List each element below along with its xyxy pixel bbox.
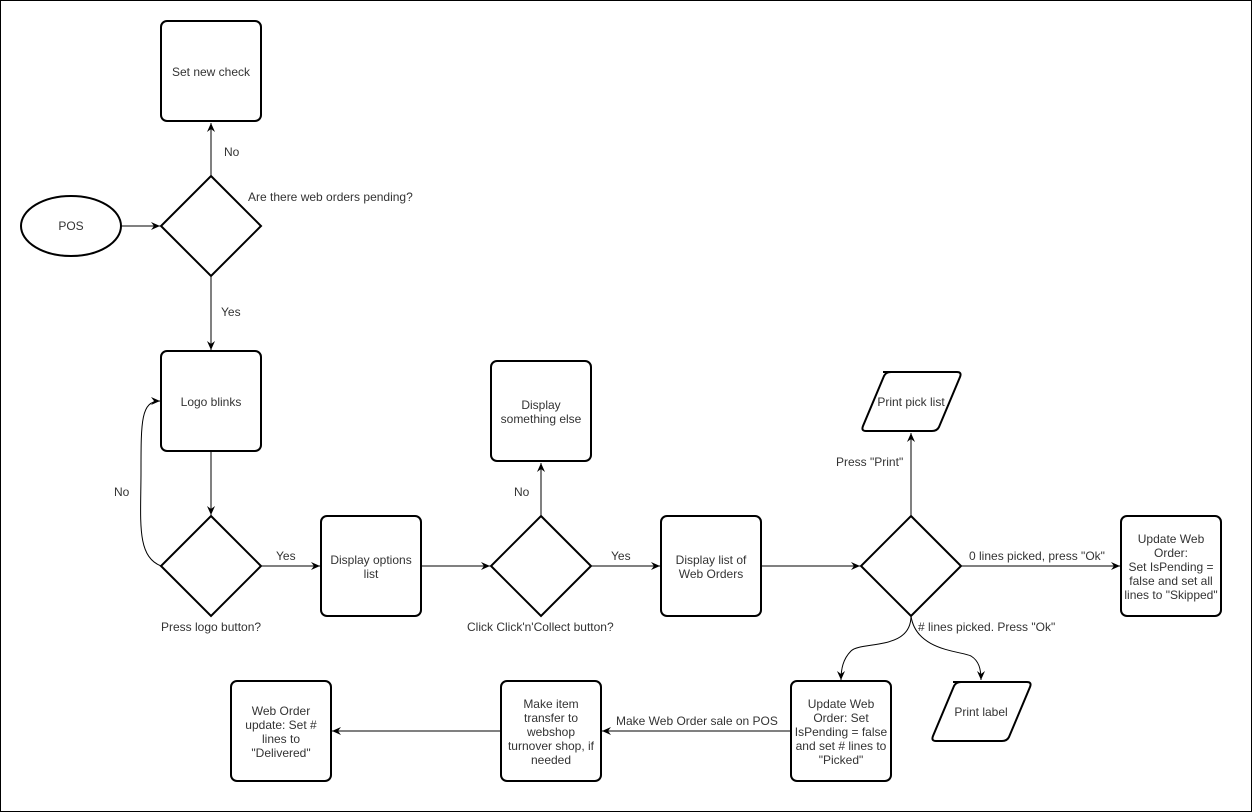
flowchart-svg: No Yes No Yes No Yes Press "Print" 0 lin… [20, 20, 1222, 782]
node-update-skipped-line-5: lines to "Skipped" [1124, 588, 1217, 602]
node-print-pick-list[interactable]: Print pick list [861, 371, 962, 432]
node-display-options-line-1: Display options [330, 553, 411, 567]
node-update-picked-line-3: IsPending = false [795, 725, 888, 739]
edge-labels: No Yes No Yes No Yes Press "Print" 0 lin… [114, 145, 1105, 728]
node-click-collect[interactable] [489, 514, 593, 618]
node-delivered-line-3: lines to [262, 732, 300, 746]
node-item-transfer-line-1: Make item [523, 697, 578, 711]
edge-label-click-no: No [514, 485, 530, 499]
node-pick-decision[interactable] [859, 514, 963, 618]
node-update-picked-line-2: Order: Set [813, 711, 869, 725]
node-update-skipped[interactable]: Update Web Order: Set IsPending = false … [1120, 515, 1222, 617]
node-display-web-orders-line-1: Display list of [676, 553, 747, 567]
edge-label-make-sale: Make Web Order sale on POS [616, 714, 778, 728]
edges [121, 123, 1120, 735]
node-update-skipped-line-3: Set IsPending = [1128, 560, 1213, 574]
edge-decision-picked [837, 615, 912, 681]
edge-label-lines-picked: # lines picked. Press "Ok" [918, 620, 1055, 634]
node-print-label[interactable]: Print label [931, 681, 1032, 742]
node-display-else[interactable]: Display something else [490, 360, 592, 462]
node-delivered-line-4: "Delivered" [251, 746, 310, 760]
node-press-logo-caption: Press logo button? [161, 620, 261, 634]
node-pos-label: POS [58, 219, 83, 233]
edge-label-pending-no: No [224, 145, 240, 159]
node-item-transfer-line-4: turnover shop, if [508, 739, 595, 753]
node-item-transfer-line-5: needed [531, 753, 571, 767]
node-item-transfer[interactable]: Make item transfer to webshop turnover s… [500, 680, 602, 782]
node-print-pick-list-label: Print pick list [877, 395, 945, 409]
node-print-label-label: Print label [954, 705, 1007, 719]
node-delivered-line-1: Web Order [252, 704, 310, 718]
node-display-else-line-2: something else [501, 412, 582, 426]
node-display-else-line-1: Display [521, 398, 560, 412]
node-press-logo[interactable] [159, 514, 263, 618]
edge-label-press-print: Press "Print" [836, 455, 903, 469]
node-web-orders-pending-caption: Are there web orders pending? [248, 190, 413, 204]
node-display-options-line-2: list [364, 567, 379, 581]
node-pos[interactable]: POS [20, 195, 122, 257]
node-update-skipped-line-2: Order: [1154, 546, 1188, 560]
node-web-orders-pending[interactable] [159, 174, 263, 278]
node-click-collect-caption: Click Click'n'Collect button? [467, 620, 614, 634]
edge-label-click-yes: Yes [611, 549, 631, 563]
node-display-web-orders[interactable]: Display list of Web Orders [660, 515, 762, 617]
edge-press-no-loop [140, 397, 162, 567]
edge-label-zero-lines: 0 lines picked, press "Ok" [969, 549, 1105, 563]
node-update-picked-line-1: Update Web [808, 697, 875, 711]
edge-label-press-no: No [114, 485, 130, 499]
edge-label-pending-yes: Yes [221, 305, 241, 319]
node-logo-blinks-label: Logo blinks [181, 395, 242, 409]
node-update-picked-line-4: and set # lines to [796, 739, 887, 753]
node-set-new-check[interactable]: Set new check [160, 20, 262, 122]
node-logo-blinks[interactable]: Logo blinks [160, 350, 262, 452]
node-item-transfer-line-2: transfer to [524, 711, 578, 725]
node-item-transfer-line-3: webshop [526, 725, 575, 739]
node-display-web-orders-line-2: Web Orders [679, 567, 743, 581]
node-display-options[interactable]: Display options list [320, 515, 422, 617]
flowchart-canvas: No Yes No Yes No Yes Press "Print" 0 lin… [0, 0, 1252, 812]
node-delivered-line-2: update: Set # [245, 718, 317, 732]
edge-label-press-yes: Yes [276, 549, 296, 563]
node-delivered[interactable]: Web Order update: Set # lines to "Delive… [230, 680, 332, 782]
node-update-skipped-line-4: false and set all [1129, 574, 1212, 588]
node-update-picked[interactable]: Update Web Order: Set IsPending = false … [790, 680, 892, 782]
node-set-new-check-label: Set new check [172, 65, 251, 79]
node-update-picked-line-5: "Picked" [819, 753, 864, 767]
node-update-skipped-line-1: Update Web [1138, 532, 1205, 546]
